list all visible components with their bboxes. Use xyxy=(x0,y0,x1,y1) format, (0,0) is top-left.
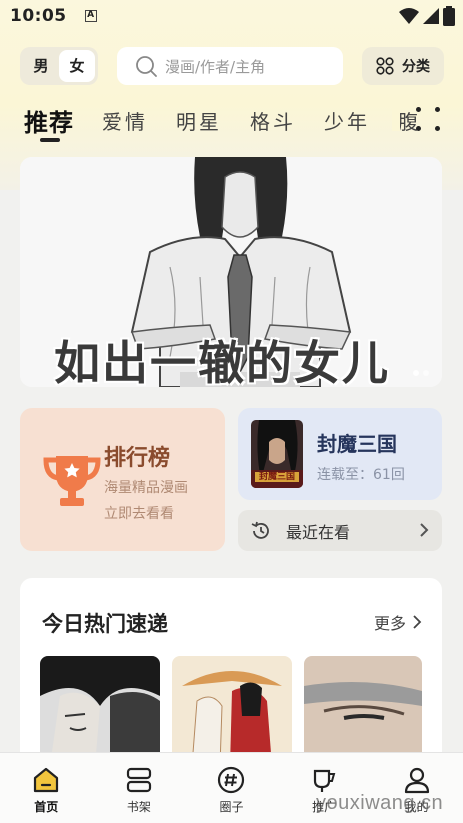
notification-a-icon: A xyxy=(84,10,97,22)
recently-viewed-label: 最近在看 xyxy=(286,522,351,542)
ranking-line2: 立即去看看 xyxy=(104,506,174,522)
nav-home[interactable]: 首页 xyxy=(0,753,93,823)
status-bar: 10:05 A xyxy=(0,0,463,32)
search-input[interactable]: 漫画/作者/主角 xyxy=(117,47,343,85)
tab-fade xyxy=(392,105,400,131)
home-icon xyxy=(34,767,59,793)
tab-star[interactable]: 明星 xyxy=(176,106,222,135)
bookshelf-icon xyxy=(126,767,151,793)
gender-toggle: 男 女 xyxy=(20,47,98,85)
hot-section-title: 今日热门速递 xyxy=(42,612,168,636)
ranking-card[interactable]: 排行榜 海量精品漫画 立即去看看 xyxy=(20,408,225,551)
signal-icon xyxy=(423,8,439,24)
tab-fighting[interactable]: 格斗 xyxy=(250,106,296,135)
nav-bookshelf[interactable]: 书架 xyxy=(93,753,186,823)
hot-comic-thumb[interactable] xyxy=(304,656,422,766)
latest-comic-cover: 封魔三国 xyxy=(251,420,303,488)
latest-comic-progress: 连载至：61回 xyxy=(317,467,405,483)
tab-active-indicator xyxy=(40,138,60,142)
chevron-right-icon xyxy=(420,523,429,537)
wifi-icon xyxy=(399,8,419,24)
promote-icon xyxy=(313,769,336,792)
search-icon xyxy=(136,56,157,77)
latest-comic-title: 封魔三国 xyxy=(317,432,397,456)
status-time: 10:05 xyxy=(10,6,67,26)
gender-female-button[interactable]: 女 xyxy=(59,50,95,82)
tab-recommend[interactable]: 推荐 xyxy=(24,103,74,138)
nav-circle-label: 圈子 xyxy=(219,800,244,814)
battery-icon xyxy=(443,6,455,26)
ranking-line1: 海量精品漫画 xyxy=(104,480,188,496)
search-placeholder: 漫画/作者/主角 xyxy=(165,57,266,76)
category-label: 分类 xyxy=(402,59,430,75)
tab-romance[interactable]: 爱情 xyxy=(102,106,148,135)
nav-home-label: 首页 xyxy=(34,800,59,814)
nav-bookshelf-label: 书架 xyxy=(126,800,151,814)
banner-carousel[interactable]: 如出一辙的女儿 xyxy=(20,157,442,387)
hot-comic-thumb[interactable] xyxy=(40,656,160,766)
recently-viewed-button[interactable]: 最近在看 xyxy=(238,510,442,551)
latest-cover-title: 封魔三国 xyxy=(258,472,295,482)
category-button[interactable]: 分类 xyxy=(362,47,444,85)
nav-circle[interactable]: 圈子 xyxy=(185,753,278,823)
banner-title: 如出一辙的女儿 xyxy=(54,336,390,387)
hot-more-link[interactable]: 更多 xyxy=(374,610,422,634)
watermark: youxiwang.cn xyxy=(316,792,444,814)
hot-more-label: 更多 xyxy=(373,614,406,633)
hashtag-icon xyxy=(218,766,245,794)
category-grid-icon xyxy=(376,57,394,75)
gender-male-button[interactable]: 男 xyxy=(23,50,59,82)
category-tabs: 推荐 爱情 明星 格斗 少年 腹 xyxy=(24,100,449,140)
hot-comic-thumb[interactable] xyxy=(172,656,292,766)
more-tabs-icon[interactable] xyxy=(416,107,440,131)
trophy-icon xyxy=(43,456,101,506)
history-clock-icon xyxy=(251,521,269,539)
ranking-title: 排行榜 xyxy=(104,446,171,471)
chevron-right-icon xyxy=(413,615,422,629)
latest-comic-card[interactable]: 封魔三国 封魔三国 连载至：61回 xyxy=(238,408,442,500)
profile-icon xyxy=(404,767,429,794)
tab-youth[interactable]: 少年 xyxy=(324,106,370,135)
